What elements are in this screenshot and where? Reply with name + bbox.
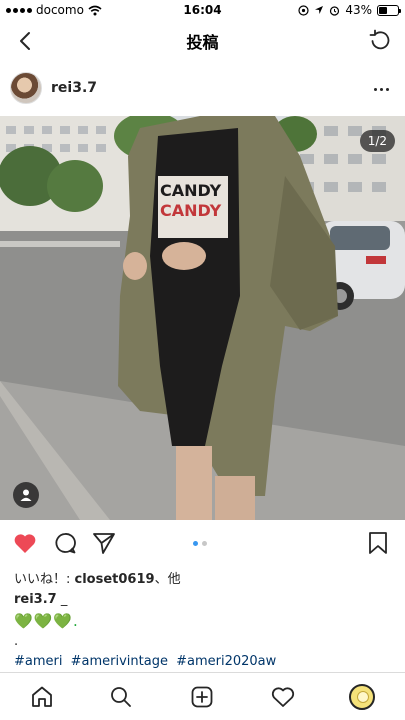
hashtag-link[interactable]: #ameri bbox=[14, 654, 62, 669]
page-title: 投稿 bbox=[186, 33, 219, 52]
post-username[interactable]: rei3.7 bbox=[51, 80, 97, 96]
post-image[interactable]: CANDY CANDY 1/2 bbox=[0, 116, 405, 520]
user-tag-button[interactable] bbox=[13, 482, 39, 508]
post-photo: CANDY CANDY bbox=[0, 116, 405, 520]
location-icon bbox=[298, 4, 309, 16]
comment-button[interactable] bbox=[52, 530, 78, 556]
caption-hearts: 💚💚💚. bbox=[14, 612, 79, 630]
nav-header: 投稿 bbox=[0, 22, 405, 60]
search-icon bbox=[111, 687, 131, 707]
bookmark-icon bbox=[369, 532, 387, 554]
add-post-icon bbox=[191, 686, 213, 708]
svg-text:CANDY: CANDY bbox=[160, 181, 222, 200]
hashtag-link[interactable]: #ameri2020aw bbox=[176, 654, 276, 669]
hashtags: #ameri #amerivintage #ameri2020aw bbox=[14, 654, 280, 669]
likes-line: いいね！: closet0619、他 bbox=[14, 568, 181, 587]
battery-level bbox=[379, 6, 387, 14]
share-button[interactable] bbox=[91, 530, 117, 556]
likes-user[interactable]: closet0619 bbox=[75, 572, 155, 587]
caption-line: rei3.7 _ bbox=[14, 592, 67, 607]
status-right: 43% bbox=[298, 3, 401, 17]
post-actions bbox=[0, 528, 405, 562]
heart-outline-icon bbox=[271, 687, 295, 707]
back-button[interactable] bbox=[12, 28, 38, 54]
bottom-tab-bar bbox=[0, 672, 405, 720]
like-button[interactable] bbox=[12, 530, 38, 556]
image-counter: 1/2 bbox=[359, 130, 395, 152]
chevron-left-icon bbox=[20, 32, 30, 50]
send-icon bbox=[93, 533, 115, 554]
refresh-icon bbox=[369, 29, 390, 50]
carousel-dot bbox=[193, 541, 198, 546]
profile-avatar-icon bbox=[349, 684, 375, 710]
tab-profile[interactable] bbox=[348, 683, 376, 711]
caption-dot: . bbox=[14, 634, 19, 649]
caption-extra: _ bbox=[56, 592, 68, 607]
navigation-arrow-icon bbox=[315, 6, 324, 14]
post-header: rei3.7 bbox=[0, 70, 405, 110]
battery-icon bbox=[377, 4, 401, 16]
more-options-button[interactable] bbox=[371, 79, 391, 99]
tab-activity[interactable] bbox=[269, 683, 297, 711]
status-bar: docomo 16:04 43% bbox=[0, 0, 405, 20]
tab-search[interactable] bbox=[107, 683, 135, 711]
comment-icon bbox=[55, 533, 76, 554]
svg-text:CANDY: CANDY bbox=[160, 201, 222, 220]
tab-home[interactable] bbox=[28, 683, 56, 711]
likes-prefix: いいね！: bbox=[14, 572, 75, 587]
home-icon bbox=[32, 686, 52, 707]
carousel-dots bbox=[193, 541, 207, 546]
alarm-icon bbox=[330, 5, 340, 16]
save-button[interactable] bbox=[365, 530, 391, 556]
tab-create[interactable] bbox=[188, 683, 216, 711]
refresh-button[interactable] bbox=[367, 28, 393, 54]
likes-suffix[interactable]: 、他 bbox=[155, 572, 181, 587]
carousel-dot bbox=[202, 541, 207, 546]
caption-username[interactable]: rei3.7 bbox=[14, 592, 57, 607]
avatar[interactable] bbox=[10, 72, 42, 104]
battery-percent: 43% bbox=[345, 3, 372, 17]
person-icon bbox=[20, 489, 32, 501]
hashtag-link[interactable]: #amerivintage bbox=[71, 654, 168, 669]
heart-filled-icon bbox=[14, 534, 36, 553]
